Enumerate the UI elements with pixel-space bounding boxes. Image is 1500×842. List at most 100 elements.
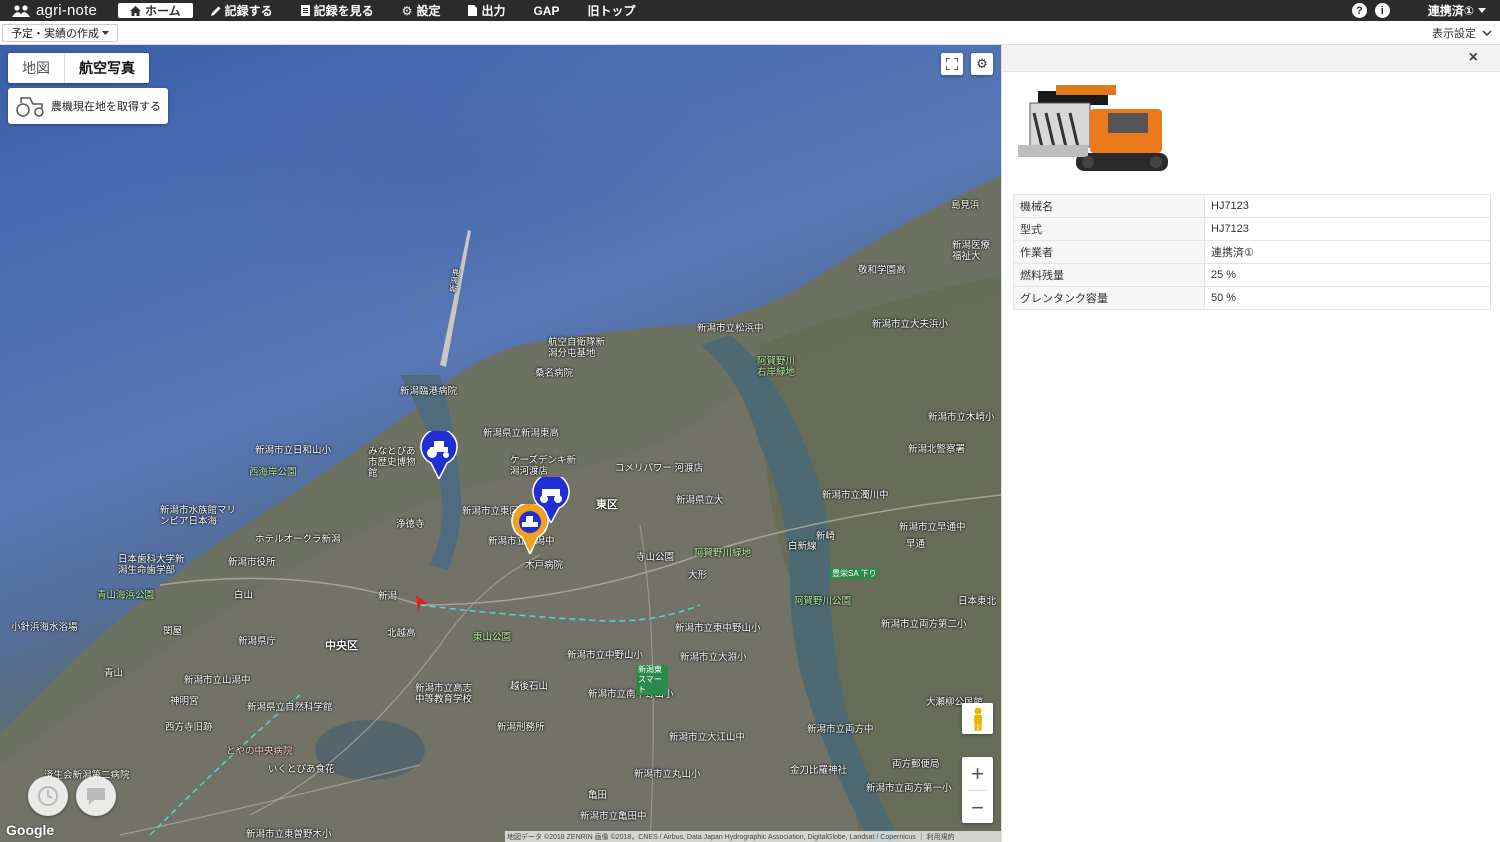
map-place-label: 新潟医療福祉大 (952, 240, 991, 262)
table-row: グレンタンク容量 50 % (1013, 286, 1491, 310)
sub-toolbar: 予定・実績の作成 表示設定 (0, 21, 1500, 45)
comment-button[interactable] (76, 776, 116, 816)
zoom-control: + − (962, 757, 993, 823)
map-place-label: 新潟市役所 (228, 557, 276, 568)
tab-map[interactable]: 地図 (8, 53, 64, 83)
map-settings-button[interactable]: ⚙ (971, 53, 993, 75)
nav-settings-label: 設定 (416, 4, 441, 18)
map-place-label: 新潟市立山潟中 (184, 675, 251, 686)
map-place-label: 阿賀野川緑地 (694, 548, 752, 559)
map-place-label: 関屋 (163, 626, 183, 637)
google-logo: Google (6, 822, 55, 838)
nav-view-records[interactable]: 記録を見る (287, 0, 388, 21)
street-view-pegman[interactable] (962, 703, 993, 734)
nav-record[interactable]: 記録する (197, 0, 287, 21)
map-place-label: 新潟市立高志中等教育学校 (415, 683, 473, 705)
map-place-label: 北越高 (387, 628, 416, 639)
map-place-label: 越後石山 (510, 681, 549, 692)
map-place-label: 新崎 (816, 531, 836, 542)
map-place-label: 豊栄SA 下り (830, 568, 879, 579)
fullscreen-button[interactable] (941, 53, 963, 75)
help-icon[interactable]: ? (1351, 3, 1367, 18)
display-settings-toggle[interactable]: 表示設定 (1432, 25, 1492, 41)
map-place-label: 日本東北 (958, 596, 997, 607)
caret-down-icon (1478, 8, 1486, 13)
map-place-label: 亀田 (588, 790, 608, 801)
gear-icon: ⚙ (401, 3, 413, 18)
nav-home[interactable]: ホーム (118, 3, 193, 18)
close-panel-button[interactable]: × (1469, 50, 1478, 66)
grain-tank-value: 50 % (1204, 286, 1491, 310)
app-logo[interactable]: agri-note (0, 0, 118, 21)
machine-name-key: 機械名 (1013, 194, 1205, 218)
combine-harvester-image (1018, 85, 1168, 171)
map-type-toggle: 地図 航空写真 (8, 53, 149, 83)
farmers-logo-icon (12, 4, 30, 17)
machine-name-value: HJ7123 (1204, 194, 1491, 218)
user-name: 連携済① (1427, 4, 1474, 18)
create-plan-button[interactable]: 予定・実績の作成 (2, 23, 118, 42)
table-row: 作業者 連携済① (1013, 240, 1491, 264)
get-machine-location-button[interactable]: 農機現在地を取得する (8, 88, 168, 124)
map-place-label: 新潟市立両方第二小 (881, 619, 967, 630)
operator-value: 連携済① (1204, 240, 1491, 264)
gear-icon: ⚙ (976, 56, 988, 71)
table-row: 燃料残量 25 % (1013, 263, 1491, 287)
panel-header: × (1002, 45, 1500, 72)
pencil-icon (210, 6, 221, 16)
map-place-label: 青山海浜公園 (97, 590, 155, 601)
nav-settings[interactable]: ⚙ 設定 (388, 0, 455, 21)
map-place-label: 新潟北警察署 (908, 444, 966, 455)
map-place-label: 島見浜 (951, 200, 980, 211)
zoom-out-button[interactable]: − (962, 791, 993, 824)
home-icon (130, 5, 141, 16)
top-navbar: agri-note ホーム 記録する 記録を見る ⚙ 設定 出力 GAP 旧トッ… (0, 0, 1500, 21)
map-place-label: いくとぴあ食花 (268, 764, 335, 775)
table-row: 機械名 HJ7123 (1013, 194, 1491, 218)
user-menu[interactable]: 連携済① (1398, 2, 1500, 19)
map-district-label: 東区 (596, 499, 618, 511)
comment-icon (87, 788, 105, 805)
map-place-label: 新潟市立東中野山小 (675, 623, 761, 634)
map-place-label: 新潟市立濁川中 (822, 490, 889, 501)
map-attribution[interactable]: 地図データ ©2018 ZENRIN 画像 ©2018，CNES / Airbu… (505, 831, 1001, 842)
zoom-in-button[interactable]: + (962, 757, 993, 790)
map-place-label: 白山 (234, 590, 254, 601)
fullscreen-icon (946, 58, 958, 70)
map-place-label: 新潟県立大 (676, 495, 724, 506)
machine-detail-panel: × 機械名 HJ7123 型式 HJ7123 作業者 連携済① 燃料残量 25 … (1001, 45, 1500, 842)
map-place-label: 白新線 (788, 541, 817, 552)
tab-satellite[interactable]: 航空写真 (64, 53, 149, 83)
map-place-label: 新潟市立松浜中 (697, 323, 764, 334)
map-place-label: 西海岸公園 (249, 467, 297, 478)
map-place-label: 新潟市立大江山中 (669, 732, 746, 743)
nav-output[interactable]: 出力 (454, 0, 519, 21)
map-place-label: ケーズデンキ新潟河渡店 (510, 455, 577, 477)
map-place-label: 浄徳寺 (396, 519, 425, 530)
map-canvas[interactable]: 航空自衛隊新潟分屯基地 桑名病院 新潟臨港病院 新潟県立新潟東高 新潟市立日和山… (0, 45, 1001, 842)
map-place-label: 両方郵便局 (892, 759, 940, 770)
nav-gap[interactable]: GAP (519, 0, 573, 21)
map-place-label: 西方寺旧跡 (165, 722, 213, 733)
map-place-label: 早通 (906, 539, 926, 550)
nav-right: ? i 連携済① (1351, 0, 1500, 21)
tractor-marker[interactable] (420, 431, 458, 479)
map-place-label: 寺山公園 (636, 552, 675, 563)
machine-info-table: 機械名 HJ7123 型式 HJ7123 作業者 連携済① 燃料残量 25 % … (1013, 194, 1491, 310)
map-place-label: 新潟東スマート (636, 665, 668, 695)
nav-record-label: 記録する (224, 4, 273, 18)
map-place-label: 神明宮 (170, 696, 199, 707)
map-place-label: ホテルオークラ新潟 (255, 534, 341, 545)
history-button[interactable] (28, 776, 68, 816)
map-place-label: 新潟市水族館マリンピア日本海 (160, 505, 237, 527)
map-place-label: 新潟市立丸山小 (634, 769, 701, 780)
map-place-label: 新潟市立早通中 (899, 522, 966, 533)
pegman-icon (973, 707, 982, 731)
map-place-label: 金刀比羅神社 (790, 765, 848, 776)
machine-marker-orange[interactable] (511, 504, 549, 554)
app-logo-text: agri-note (36, 2, 98, 19)
info-icon[interactable]: i (1374, 3, 1390, 18)
map-place-label: 青山 (104, 668, 124, 679)
map-place-label: とやの中央病院 (226, 746, 293, 757)
nav-old-top[interactable]: 旧トップ (573, 0, 649, 21)
